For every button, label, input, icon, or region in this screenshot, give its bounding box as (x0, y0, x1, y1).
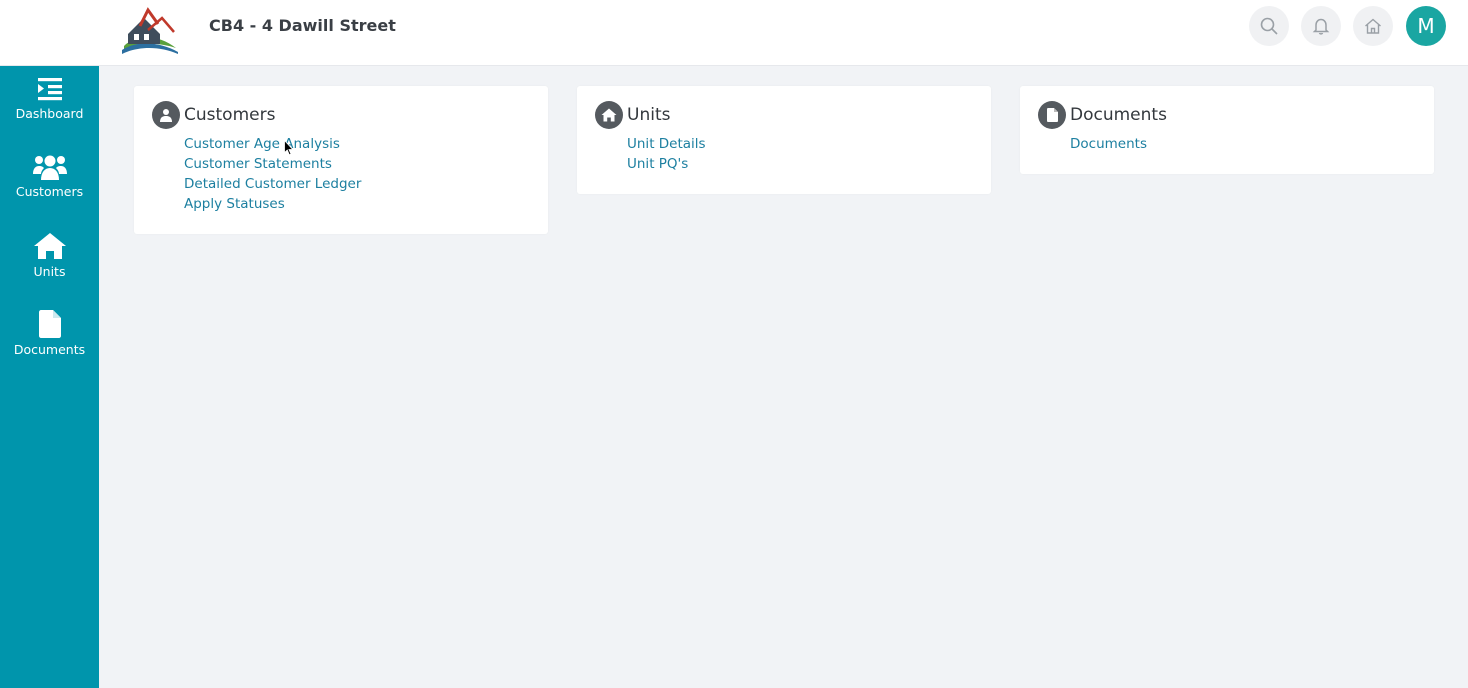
search-button[interactable] (1249, 6, 1289, 46)
company-logo[interactable] (118, 4, 180, 54)
search-icon (1260, 17, 1278, 35)
units-card: Units Unit Details Unit PQ's (577, 86, 991, 194)
document-icon (38, 310, 61, 338)
sidebar-item-documents[interactable]: Documents (0, 310, 99, 380)
card-title: Units (627, 105, 671, 125)
card-links: Unit Details Unit PQ's (627, 134, 706, 174)
home-button[interactable] (1353, 6, 1393, 46)
home-icon (595, 101, 623, 129)
sidebar-item-label: Dashboard (15, 106, 84, 121)
card-links: Customer Age Analysis Customer Statement… (184, 134, 361, 214)
user-avatar[interactable]: M (1406, 6, 1446, 46)
sidebar-item-label: Units (33, 264, 66, 279)
users-icon (32, 155, 67, 180)
card-links: Documents (1070, 134, 1147, 154)
sidebar-item-customers[interactable]: Customers (0, 154, 99, 224)
link-unit-details[interactable]: Unit Details (627, 134, 706, 154)
link-unit-pqs[interactable]: Unit PQ's (627, 154, 706, 174)
document-icon (1038, 101, 1066, 129)
customers-card: Customers Customer Age Analysis Customer… (134, 86, 548, 234)
mouse-cursor-icon (284, 139, 294, 160)
dashboard-list-icon (37, 78, 62, 101)
user-icon (152, 101, 180, 129)
sidebar-item-label: Customers (15, 184, 84, 199)
home-icon (33, 233, 66, 259)
card-header: Documents (1038, 101, 1167, 129)
link-apply-statuses[interactable]: Apply Statuses (184, 194, 361, 214)
sidebar: Dashboard Customers Units Documents (0, 66, 99, 688)
link-customer-statements[interactable]: Customer Statements (184, 154, 361, 174)
card-title: Documents (1070, 105, 1167, 125)
top-bar: CB4 - 4 Dawill Street M (0, 0, 1468, 66)
card-title: Customers (184, 105, 276, 125)
link-detailed-customer-ledger[interactable]: Detailed Customer Ledger (184, 174, 361, 194)
page-title: CB4 - 4 Dawill Street (209, 16, 396, 35)
sidebar-item-units[interactable]: Units (0, 232, 99, 302)
link-customer-age-analysis[interactable]: Customer Age Analysis (184, 134, 361, 154)
documents-card: Documents Documents (1020, 86, 1434, 174)
link-documents[interactable]: Documents (1070, 134, 1147, 154)
bell-icon (1312, 18, 1330, 35)
card-header: Units (595, 101, 670, 129)
card-header: Customers (152, 101, 275, 129)
home-icon (1365, 18, 1381, 34)
sidebar-item-label: Documents (13, 342, 86, 357)
notifications-button[interactable] (1301, 6, 1341, 46)
sidebar-item-dashboard[interactable]: Dashboard (0, 76, 99, 146)
